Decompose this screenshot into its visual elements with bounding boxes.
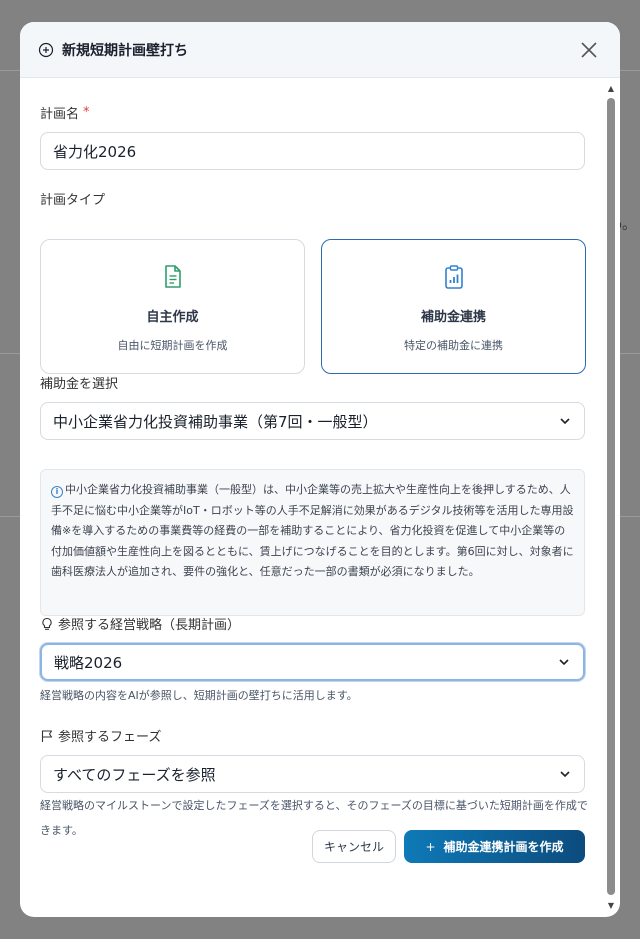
- new-short-term-plan-dialog: 新規短期計画壁打ち 計画名 * 省力化2026 計画タイプ 自主作成 自由に短期: [20, 22, 620, 917]
- dialog-header: 新規短期計画壁打ち: [20, 22, 620, 78]
- phase-selected-value: すべてのフェーズを参照: [53, 765, 216, 784]
- strategy-selected-value: 戦略2026: [54, 653, 123, 672]
- scroll-down-arrow-icon[interactable]: ▼: [606, 901, 616, 911]
- plan-type-self-card[interactable]: 自主作成 自由に短期計画を作成: [40, 239, 305, 374]
- create-subsidy-plan-button[interactable]: + 補助金連携計画を作成: [404, 830, 585, 863]
- subsidy-info-text: 中小企業省力化投資補助事業（一般型）は、中小企業等の売上拡大や生産性向上を後押し…: [51, 483, 574, 578]
- plan-type-self-title: 自主作成: [146, 310, 199, 325]
- strategy-label: 参照する経営戦略（長期計画）: [40, 614, 240, 633]
- plan-type-label: 計画タイプ: [40, 193, 106, 208]
- plan-name-input[interactable]: 省力化2026: [40, 132, 585, 170]
- strategy-label-text: 参照する経営戦略（長期計画）: [58, 618, 241, 633]
- chevron-down-icon: [560, 771, 570, 778]
- info-icon: i: [51, 486, 63, 498]
- chevron-down-icon: [559, 659, 569, 666]
- subsidy-label: 補助金を選択: [40, 377, 119, 392]
- strategy-select[interactable]: 戦略2026: [40, 643, 585, 681]
- subsidy-select[interactable]: 中小企業省力化投資補助事業（第7回・一般型）: [40, 402, 585, 440]
- subsidy-selected-value: 中小企業省力化投資補助事業（第7回・一般型）: [53, 412, 378, 431]
- plan-name-label-text: 計画名: [40, 107, 80, 122]
- phase-label-text: 参照するフェーズ: [58, 730, 162, 745]
- required-mark: *: [83, 105, 90, 120]
- plan-type-subsidy-title: 補助金連携: [420, 310, 486, 325]
- dialog-body: 計画名 * 省力化2026 計画タイプ 自主作成 自由に短期計画を作成 補助金連…: [20, 79, 602, 917]
- cancel-button[interactable]: キャンセル: [312, 830, 396, 863]
- lightbulb-icon: [42, 617, 52, 630]
- clipboard-chart-icon: [444, 265, 463, 289]
- dialog-title: 新規短期計画壁打ち: [62, 42, 188, 59]
- phase-select[interactable]: すべてのフェーズを参照: [40, 755, 585, 793]
- plan-name-label: 計画名 *: [40, 103, 90, 122]
- plan-type-self-desc: 自由に短期計画を作成: [117, 339, 228, 352]
- plus-icon: +: [425, 839, 436, 854]
- plan-name-value: 省力化2026: [53, 142, 137, 161]
- document-icon: [164, 265, 181, 288]
- dialog-scrollbar[interactable]: ▲ ▼: [606, 82, 616, 913]
- create-button-label: 補助金連携計画を作成: [443, 840, 564, 854]
- scroll-thumb[interactable]: [607, 98, 615, 895]
- plan-type-subsidy-card[interactable]: 補助金連携 特定の補助金に連携: [321, 239, 586, 374]
- chevron-down-icon: [560, 418, 570, 425]
- close-icon[interactable]: [578, 39, 600, 61]
- phase-label: 参照するフェーズ: [40, 726, 161, 745]
- plan-type-subsidy-desc: 特定の補助金に連携: [404, 339, 503, 352]
- plus-circle-icon: [38, 42, 54, 57]
- subsidy-info-box: i 中小企業省力化投資補助事業（一般型）は、中小企業等の売上拡大や生産性向上を後押…: [40, 469, 585, 616]
- scroll-up-arrow-icon[interactable]: ▲: [606, 84, 616, 94]
- strategy-help-text: 経営戦略の内容をAIが参照し、短期計画の壁打ちに活用します。: [40, 689, 358, 702]
- flag-icon: [41, 729, 53, 742]
